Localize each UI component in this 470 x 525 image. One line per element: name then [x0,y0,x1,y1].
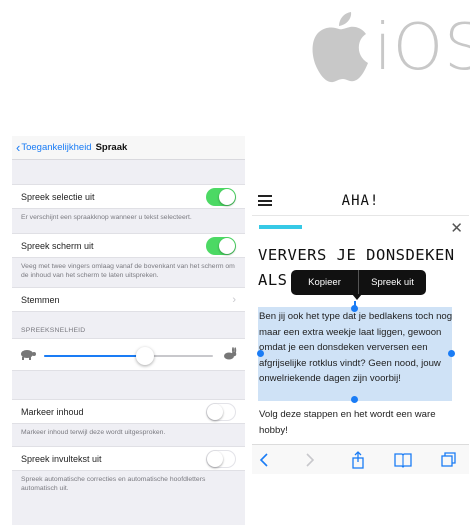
selection-handle-left[interactable] [257,350,264,357]
copy-menu-item[interactable]: Kopieer [291,277,358,288]
app-header: AHA! [252,186,469,216]
speak-screen-row: Spreek scherm uit [12,233,245,258]
typing-feedback-label: Spreek invultekst uit [21,453,102,464]
edit-context-menu: Kopieer Spreek uit [291,270,426,300]
typing-feedback-row: Spreek invultekst uit [12,446,245,471]
chevron-right-icon: › [232,293,236,306]
voices-row[interactable]: Stemmen › [12,287,245,312]
share-icon[interactable] [349,451,367,469]
speak-selection-note: Er verschijnt een spraakknop wanneer u t… [21,214,192,221]
forward-arrow-icon[interactable] [300,451,318,469]
tabs-icon[interactable] [440,451,458,469]
highlight-content-row: Markeer inhoud [12,399,245,424]
speaking-rate-slider[interactable] [44,347,213,365]
article-paragraph: Volg deze stappen en het wordt een ware … [259,409,436,436]
speak-screen-toggle[interactable] [206,236,236,255]
highlight-content-toggle[interactable] [206,402,236,421]
speak-menu-item[interactable]: Spreek uit [359,277,426,288]
speak-screen-note: Veeg met twee vingers omlaag vanaf de bo… [21,263,235,279]
speaking-rate-slider-row [12,338,245,371]
app-logo: AHA! [341,193,380,209]
typing-feedback-toggle[interactable] [206,449,236,468]
back-label: Toegankelijkheid [21,142,92,153]
reader-app-screen: AHA! ✕ VERVERS JE DONSDEKEN ALS EEN PRO … [252,186,469,525]
apple-logo-icon [312,12,368,83]
back-arrow-icon[interactable] [256,451,274,469]
highlight-content-note: Markeer inhoud terwijl deze wordt uitges… [21,429,166,436]
selection-handle-top[interactable] [351,305,358,312]
article-paragraph-selected[interactable]: Ben jij ook het type dat je bedlakens to… [259,309,464,387]
chevron-left-icon: ‹ [16,140,21,155]
bookmarks-icon[interactable] [394,451,412,469]
highlight-content-label: Markeer inhoud [21,406,84,417]
reading-progress-bar [259,225,303,229]
selection-handle-right[interactable] [448,350,455,357]
selection-handle-bottom[interactable] [351,396,358,403]
speak-selection-row: Spreek selectie uit [12,184,245,209]
ios-branding: iOS [308,10,470,86]
tortoise-icon [21,350,36,360]
browser-toolbar [252,444,469,474]
slider-knob[interactable] [136,347,155,365]
speak-screen-label: Spreek scherm uit [21,240,94,251]
typing-feedback-note: Spreek automatische correcties en automa… [21,476,206,492]
voices-label: Stemmen [21,294,60,305]
ios-wordmark: iOS [374,11,470,85]
page-title: Spraak [95,142,128,153]
speak-selection-label: Spreek selectie uit [21,191,95,202]
speaking-rate-header: SPREEKSNELHEID [21,327,86,334]
nav-bar: ‹ Toegankelijkheid Spraak [12,136,245,160]
hare-icon [224,347,237,360]
speech-settings-screen: ‹ Toegankelijkheid Spraak Spreek selecti… [12,136,245,525]
back-button[interactable]: ‹ Toegankelijkheid [16,141,92,154]
speak-selection-toggle[interactable] [206,187,236,206]
close-icon[interactable]: ✕ [450,219,463,237]
